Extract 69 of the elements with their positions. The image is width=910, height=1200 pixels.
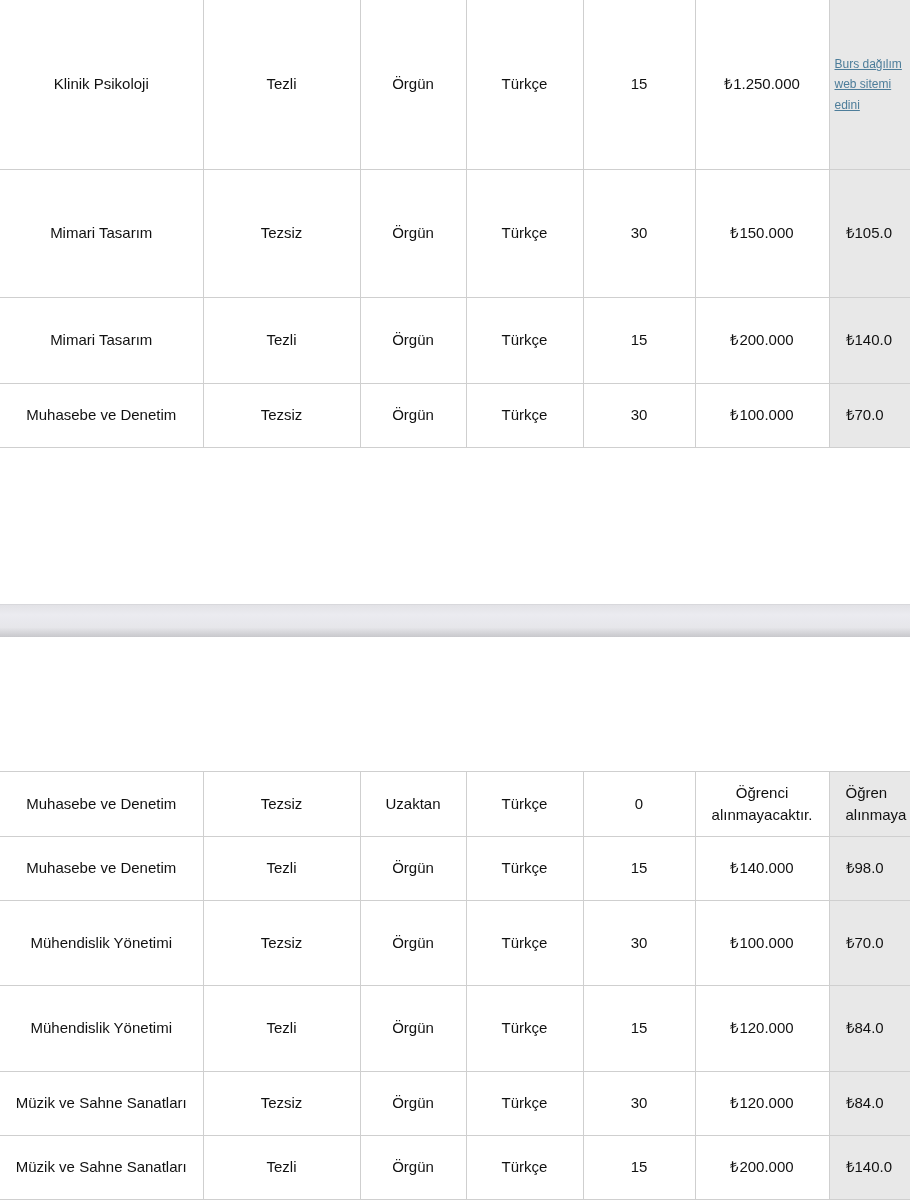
- table-cell: 30: [583, 383, 695, 448]
- table-cell: Türkçe: [466, 1135, 583, 1200]
- table-cell: ₺120.000: [695, 1071, 829, 1136]
- table-cell: Öğrenci alınmayacaktır.: [695, 771, 829, 837]
- table-cell: Klinik Psikoloji: [0, 0, 203, 170]
- table-cell: Tezsiz: [203, 1071, 360, 1136]
- table-cell: Türkçe: [466, 985, 583, 1072]
- table-cell: Türkçe: [466, 1071, 583, 1136]
- table-cell: Örgün: [360, 1071, 466, 1136]
- table-cell: Örgün: [360, 1135, 466, 1200]
- table-cell: Örgün: [360, 900, 466, 986]
- table-cell: ₺200.000: [695, 1135, 829, 1200]
- table-cell: Türkçe: [466, 771, 583, 837]
- table-cell: 15: [583, 985, 695, 1072]
- table-cell-text: ₺140.0: [844, 1157, 893, 1178]
- table-cell: Türkçe: [466, 900, 583, 986]
- table-cell: 0: [583, 771, 695, 837]
- table-cell: Mühendislik Yönetimi: [0, 900, 203, 986]
- table-cell: ₺140.000: [695, 836, 829, 901]
- table-cell: Mimari Tasarım: [0, 169, 203, 298]
- table-cell: Tezsiz: [203, 169, 360, 298]
- table-cell: 15: [583, 1135, 695, 1200]
- table-cell: Muhasebe ve Denetim: [0, 383, 203, 448]
- table-cell: Müzik ve Sahne Sanatları: [0, 1071, 203, 1136]
- table-cell: 15: [583, 0, 695, 170]
- table-cell-text: Öğren alınmaya: [844, 782, 907, 825]
- table-cell: Türkçe: [466, 836, 583, 901]
- table-cell: ₺1.250.000: [695, 0, 829, 170]
- table-cell: Müzik ve Sahne Sanatları: [0, 1135, 203, 1200]
- table-cell: Mühendislik Yönetimi: [0, 985, 203, 1072]
- table-cell: Tezli: [203, 1135, 360, 1200]
- table-cell: Tezli: [203, 297, 360, 384]
- table-cell: Tezli: [203, 836, 360, 901]
- table-cell: Türkçe: [466, 0, 583, 170]
- table-cell: Muhasebe ve Denetim: [0, 771, 203, 837]
- table-cell: ₺100.000: [695, 900, 829, 986]
- table-cell: Tezli: [203, 0, 360, 170]
- table-cell: 30: [583, 169, 695, 298]
- table-cell-text: ₺70.0: [844, 932, 884, 953]
- table-cell-text: ₺105.0: [844, 223, 893, 244]
- table-cell: Türkçe: [466, 297, 583, 384]
- table-cell: Tezli: [203, 985, 360, 1072]
- table-cell: Örgün: [360, 169, 466, 298]
- table-cell: Uzaktan: [360, 771, 466, 837]
- table-cell: 30: [583, 1071, 695, 1136]
- table-cell: 15: [583, 836, 695, 901]
- table-cell-text: ₺70.0: [844, 405, 884, 426]
- table-cell: Örgün: [360, 985, 466, 1072]
- table-cell: ₺120.000: [695, 985, 829, 1072]
- table-cell-text: ₺98.0: [844, 858, 884, 879]
- table-cell: ₺150.000: [695, 169, 829, 298]
- table-cell: Mimari Tasarım: [0, 297, 203, 384]
- table-cell: Türkçe: [466, 169, 583, 298]
- table-cell: Örgün: [360, 836, 466, 901]
- table-cell: ₺100.000: [695, 383, 829, 448]
- table-cell: 15: [583, 297, 695, 384]
- table-cell-text: ₺84.0: [844, 1018, 884, 1039]
- table-cell: Tezsiz: [203, 900, 360, 986]
- table-cell-text: ₺84.0: [844, 1093, 884, 1114]
- table-cell: Muhasebe ve Denetim: [0, 836, 203, 901]
- table-cell: 30: [583, 900, 695, 986]
- table-cell: Türkçe: [466, 383, 583, 448]
- table-cell: ₺200.000: [695, 297, 829, 384]
- table-cell-text: ₺140.0: [844, 330, 893, 351]
- table-cell: Tezsiz: [203, 383, 360, 448]
- table-cell: Tezsiz: [203, 771, 360, 837]
- table-cell: Örgün: [360, 383, 466, 448]
- table-cell: Örgün: [360, 0, 466, 170]
- table-cell: Örgün: [360, 297, 466, 384]
